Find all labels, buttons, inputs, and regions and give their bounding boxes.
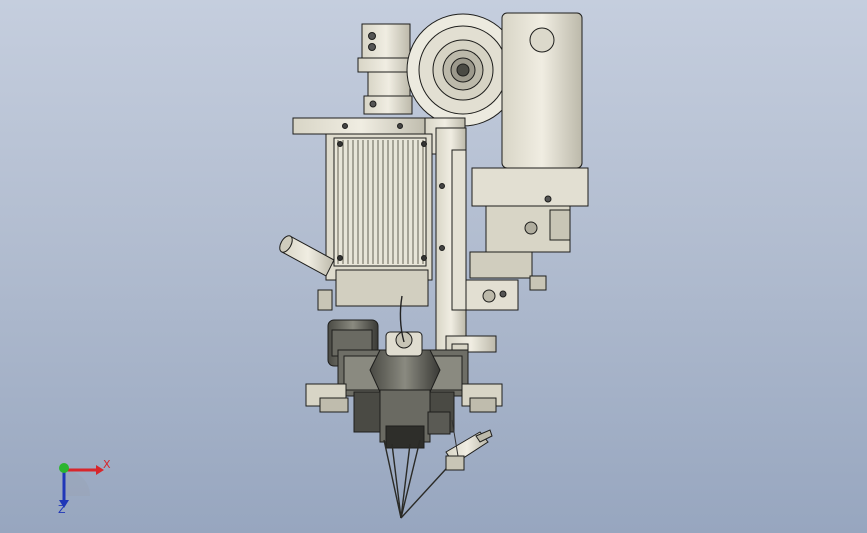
triad-x-label: X <box>103 458 111 471</box>
side-inlet-tube <box>279 235 335 311</box>
main-motor-body <box>325 133 433 307</box>
converging-nozzle-lines <box>383 439 457 519</box>
nozzle-cluster <box>305 295 503 449</box>
triad-z-label: Z <box>58 503 66 516</box>
powder-feed-nozzle <box>445 419 493 471</box>
top-rotary-unit <box>357 23 415 115</box>
cad-viewport[interactable]: X Z <box>0 0 867 533</box>
cad-model[interactable] <box>0 0 867 533</box>
